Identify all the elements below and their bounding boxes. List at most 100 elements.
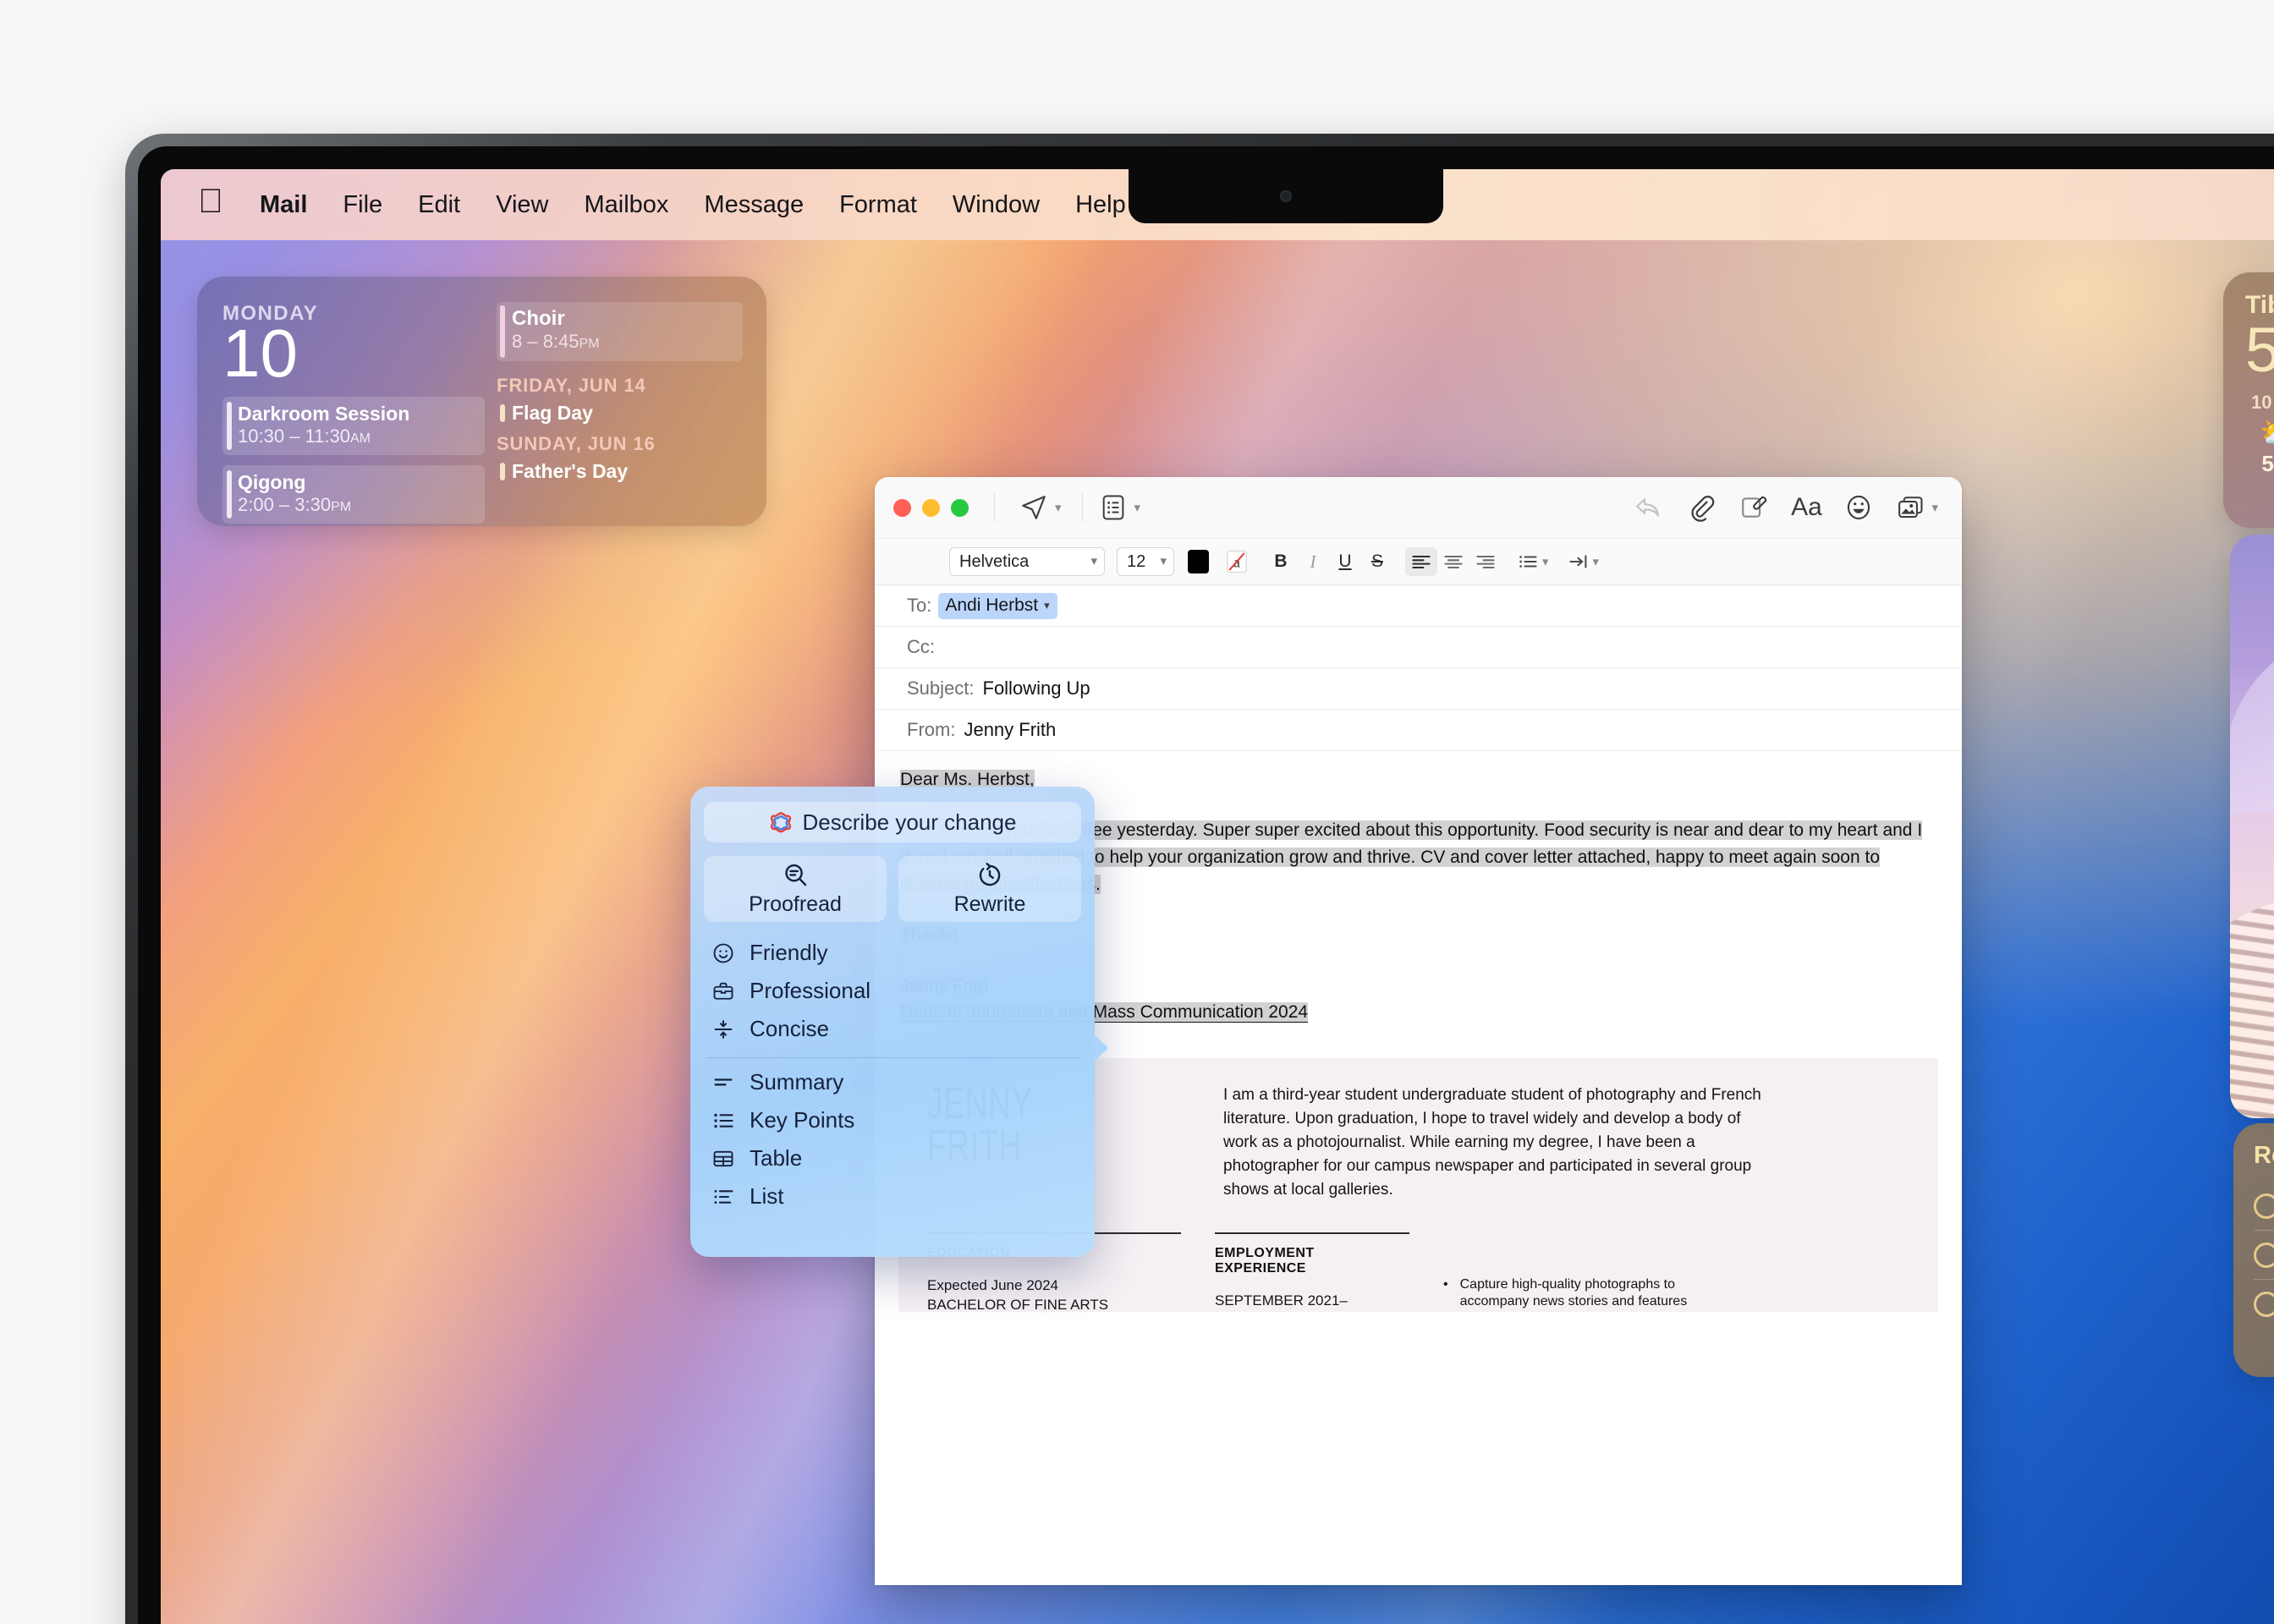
- tone-friendly-label: Friendly: [750, 940, 828, 965]
- indent-icon[interactable]: [1564, 547, 1593, 576]
- align-left-icon[interactable]: [1405, 547, 1437, 576]
- menu-item-view[interactable]: View: [478, 191, 566, 219]
- calendar-widget[interactable]: MONDAY 10 Darkroom Session 10:30 – 11:30…: [197, 277, 766, 526]
- menu-item-mailbox[interactable]: Mailbox: [566, 191, 686, 219]
- stepper-icon[interactable]: ▾: [1151, 556, 1167, 568]
- subject-field-row[interactable]: Subject: Following Up: [875, 668, 1962, 710]
- key-points-icon: [711, 1108, 736, 1133]
- menu-item-window[interactable]: Window: [935, 191, 1057, 219]
- recipient-token[interactable]: Andi Herbst ▾: [938, 592, 1057, 619]
- bold-button[interactable]: B: [1265, 547, 1297, 576]
- menu-item-mail[interactable]: Mail: [242, 191, 325, 219]
- align-right-icon[interactable]: [1469, 547, 1502, 576]
- proofread-label: Proofread: [749, 892, 842, 916]
- weather-hour-label: 10 AM: [2251, 392, 2274, 414]
- send-button[interactable]: ▾: [1010, 492, 1070, 523]
- event-time: 2:00 – 3:30PM: [238, 494, 476, 516]
- font-family-select[interactable]: Helvetica ▾: [949, 547, 1105, 576]
- format-key-points-item[interactable]: Key Points: [711, 1101, 1078, 1139]
- align-center-icon[interactable]: [1437, 547, 1469, 576]
- chevron-down-icon[interactable]: ▾: [1055, 500, 1062, 515]
- format-table-label: Table: [750, 1145, 803, 1171]
- photo-browser-button[interactable]: ▾: [1896, 492, 1938, 523]
- calendar-hero-event[interactable]: Choir 8 – 8:45PM: [497, 302, 743, 361]
- chevron-down-icon[interactable]: ▾: [1044, 599, 1050, 612]
- font-size-select[interactable]: 12 ▾: [1117, 547, 1174, 576]
- calendar-event[interactable]: Darkroom Session 10:30 – 11:30AM: [222, 396, 485, 455]
- window-traffic-lights: [893, 498, 969, 517]
- format-summary-item[interactable]: Summary: [711, 1063, 1078, 1101]
- event-time-text: 10:30 – 11:30: [238, 425, 350, 447]
- tone-concise-label: Concise: [750, 1016, 829, 1041]
- event-title: Darkroom Session: [238, 402, 410, 425]
- format-list-item[interactable]: List: [711, 1177, 1078, 1215]
- bulleted-list-icon[interactable]: [1513, 547, 1542, 576]
- paperclip-icon[interactable]: [1686, 492, 1716, 523]
- text-color-swatch[interactable]: [1188, 550, 1209, 573]
- mail-toolbar: ▾ ▾ Aa ▾: [875, 477, 1962, 538]
- weather-widget[interactable]: Tiburon 59° 10 AM ⛅ 59° 11 AM ⛅ 62°: [2223, 272, 2274, 528]
- chevron-down-icon[interactable]: ▾: [1134, 500, 1141, 515]
- reply-arrow-icon[interactable]: [1634, 492, 1664, 523]
- writing-tools-popover[interactable]: Describe your change Proofread Rewrite F…: [690, 787, 1108, 1257]
- text-format-aa-icon[interactable]: Aa: [1791, 492, 1822, 523]
- format-bar: Helvetica ▾ 12 ▾ a B I U S ▾ ▾: [875, 538, 1962, 585]
- emoji-smiley-icon[interactable]: [1843, 492, 1874, 523]
- cc-field-row[interactable]: Cc:: [875, 627, 1962, 668]
- subject-label: Subject:: [907, 678, 975, 699]
- strikethrough-button[interactable]: S: [1361, 547, 1393, 576]
- reminders-widget[interactable]: Reminders Buy film (120… Scholarship… Ca…: [2233, 1123, 2274, 1377]
- education-entry: Expected June 2024 BACHELOR OF FINE ARTS…: [927, 1276, 1109, 1313]
- photos-widget[interactable]: [2230, 535, 2274, 1118]
- describe-your-change-label: Describe your change: [802, 809, 1017, 835]
- close-button[interactable]: [893, 498, 911, 517]
- calendar-upcoming-column: Choir 8 – 8:45PM FRIDAY, JUN 14 Flag Day…: [485, 302, 743, 508]
- zoom-button[interactable]: [951, 498, 969, 517]
- chevron-down-icon[interactable]: ▾: [1542, 554, 1549, 569]
- reminder-item[interactable]: Call Domin…: [2254, 1279, 2274, 1328]
- proofread-button[interactable]: Proofread: [704, 856, 887, 922]
- employment-bullet: • Capture high-quality photographs to acc…: [1443, 1276, 1697, 1310]
- text-highlight-icon[interactable]: a: [1221, 547, 1253, 576]
- event-time-text: 8 – 8:45: [512, 331, 579, 352]
- tone-friendly-item[interactable]: Friendly: [711, 934, 1078, 972]
- calendar-upcoming-date: FRIDAY, JUN 14: [497, 375, 646, 396]
- chevron-down-icon[interactable]: ▾: [1593, 554, 1600, 569]
- calendar-event[interactable]: Qigong 2:00 – 3:30PM: [222, 464, 485, 524]
- apple-logo-icon[interactable]: : [193, 184, 242, 225]
- format-table-item[interactable]: Table: [711, 1139, 1078, 1177]
- markup-attachment-icon[interactable]: [1738, 492, 1769, 523]
- circle-checkbox-icon[interactable]: [2254, 1242, 2274, 1268]
- rewrite-clock-icon: [975, 861, 1004, 890]
- tone-professional-label: Professional: [750, 978, 871, 1003]
- reminder-item[interactable]: Buy film (120…: [2254, 1182, 2274, 1230]
- menu-item-format[interactable]: Format: [821, 191, 935, 219]
- rewrite-button[interactable]: Rewrite: [898, 856, 1081, 922]
- reminder-item[interactable]: Scholarship…: [2254, 1230, 2274, 1279]
- tone-concise-item[interactable]: Concise: [711, 1010, 1078, 1048]
- circle-checkbox-icon[interactable]: [2254, 1291, 2274, 1317]
- rewrite-label: Rewrite: [953, 892, 1026, 916]
- list-icon: [711, 1184, 736, 1210]
- resume-intro: I am a third-year student undergraduate …: [1223, 1086, 1761, 1199]
- stepper-icon[interactable]: ▾: [1082, 556, 1097, 568]
- calendar-upcoming-event[interactable]: Flag Day: [497, 402, 743, 425]
- calendar-today-column: MONDAY 10 Darkroom Session 10:30 – 11:30…: [222, 302, 485, 524]
- menu-item-file[interactable]: File: [325, 191, 400, 219]
- from-field-row[interactable]: From: Jenny Frith: [875, 710, 1962, 751]
- header-fields-button[interactable]: ▾: [1090, 492, 1150, 523]
- mail-toolbar-right-group: Aa ▾: [1634, 492, 1942, 523]
- italic-button[interactable]: I: [1297, 547, 1329, 576]
- describe-your-change-button[interactable]: Describe your change: [704, 802, 1081, 842]
- recipient-name: Andi Herbst: [945, 595, 1039, 615]
- menu-item-message[interactable]: Message: [686, 191, 821, 219]
- tone-professional-item[interactable]: Professional: [711, 972, 1078, 1010]
- circle-checkbox-icon[interactable]: [2254, 1193, 2274, 1219]
- to-field-row[interactable]: To: Andi Herbst ▾: [875, 585, 1962, 627]
- chevron-down-icon[interactable]: ▾: [1931, 500, 1938, 515]
- table-icon: [711, 1146, 736, 1171]
- minimize-button[interactable]: [922, 498, 940, 517]
- underline-button[interactable]: U: [1329, 547, 1361, 576]
- calendar-upcoming-event[interactable]: Father's Day: [497, 460, 743, 483]
- menu-item-edit[interactable]: Edit: [400, 191, 478, 219]
